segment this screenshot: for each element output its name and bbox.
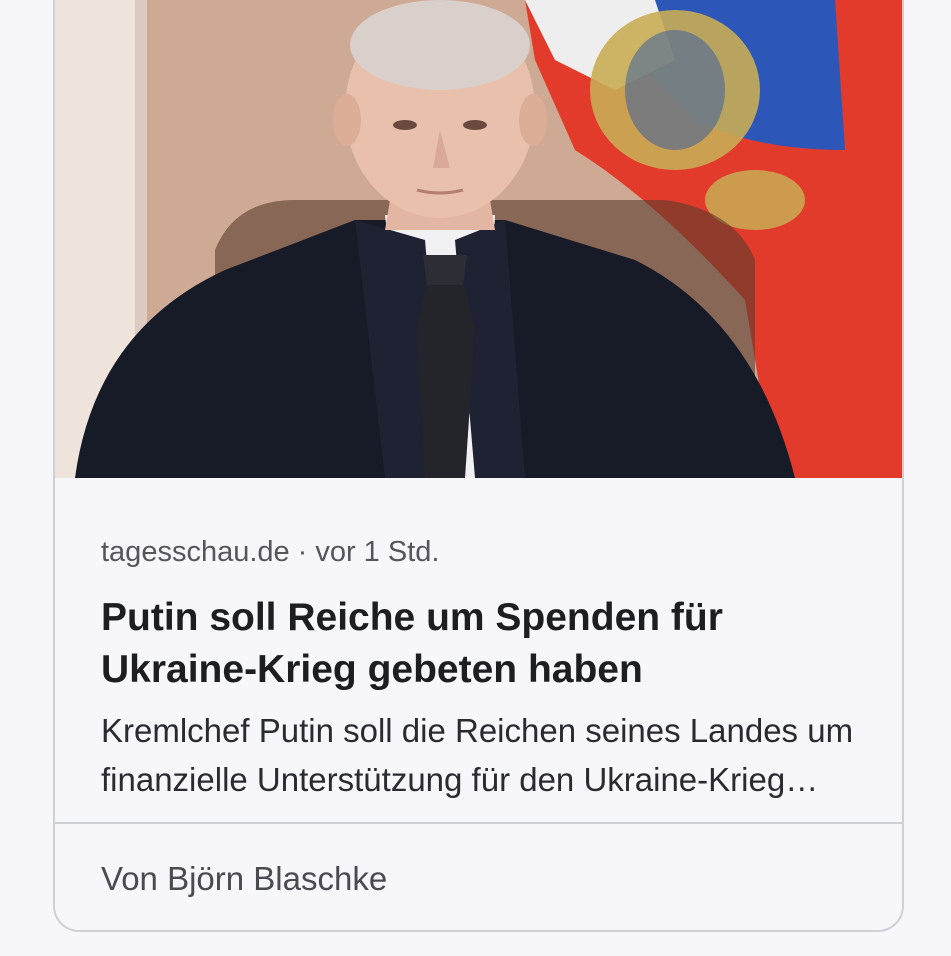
- publish-time: vor 1 Std.: [315, 536, 440, 568]
- article-headline[interactable]: Putin soll Reiche um Spenden für Ukraine…: [101, 592, 861, 696]
- card-footer: Von Björn Blaschke: [55, 824, 902, 930]
- meta-separator: ·: [297, 536, 308, 568]
- source-name: tagesschau.de: [101, 536, 290, 568]
- article-meta: tagesschau.de · vor 1 Std.: [101, 536, 439, 569]
- article-author: Von Björn Blaschke: [101, 860, 388, 897]
- article-body[interactable]: tagesschau.de · vor 1 Std. Putin soll Reic…: [55, 478, 902, 822]
- article-photo: [55, 0, 902, 478]
- article-image[interactable]: [55, 0, 902, 478]
- news-card[interactable]: tagesschau.de · vor 1 Std. Putin soll Reic…: [53, 0, 904, 932]
- article-snippet: Kremlchef Putin soll die Reichen seines …: [101, 712, 854, 798]
